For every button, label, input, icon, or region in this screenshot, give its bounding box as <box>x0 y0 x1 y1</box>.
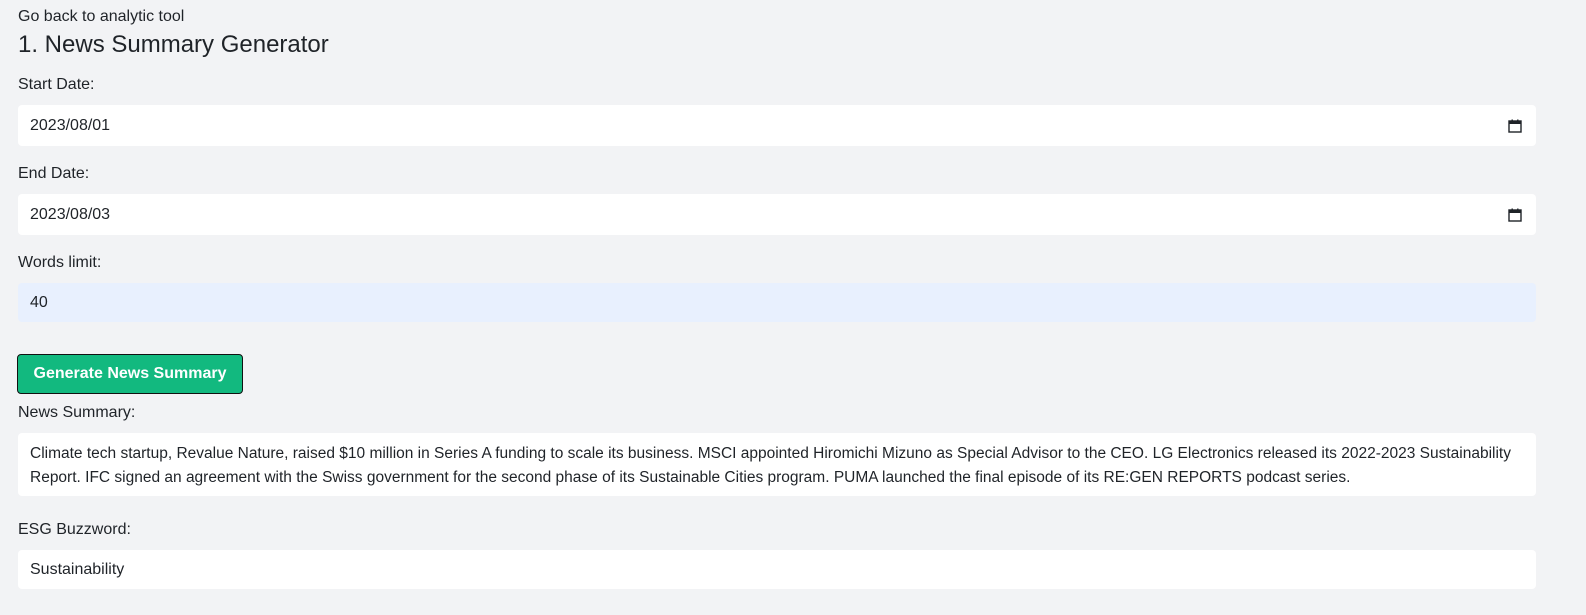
generate-news-summary-button[interactable]: Generate News Summary <box>17 354 243 394</box>
words-limit-input[interactable]: 40 <box>18 283 1536 322</box>
esg-buzzword-value: Sustainability <box>30 560 125 578</box>
news-summary-output: Climate tech startup, Revalue Nature, ra… <box>18 433 1536 496</box>
end-date-value: 2023/08/03 <box>30 205 111 223</box>
news-summary-page: Go back to analytic tool 1. News Summary… <box>0 0 1586 615</box>
calendar-icon[interactable] <box>1508 119 1522 133</box>
esg-buzzword-output: Sustainability <box>18 550 1536 589</box>
end-date-input[interactable]: 2023/08/03 <box>18 194 1536 235</box>
words-limit-value: 40 <box>30 293 48 311</box>
start-date-input[interactable]: 2023/08/01 <box>18 105 1536 146</box>
start-date-label: Start Date: <box>18 76 95 93</box>
calendar-icon[interactable] <box>1508 208 1522 222</box>
esg-buzzword-label: ESG Buzzword: <box>18 521 131 538</box>
back-to-analytic-tool-link[interactable]: Go back to analytic tool <box>18 8 184 26</box>
page-title: 1. News Summary Generator <box>18 31 329 58</box>
words-limit-label: Words limit: <box>18 254 102 271</box>
start-date-value: 2023/08/01 <box>30 116 111 134</box>
end-date-label: End Date: <box>18 165 90 182</box>
news-summary-label: News Summary: <box>18 404 136 421</box>
